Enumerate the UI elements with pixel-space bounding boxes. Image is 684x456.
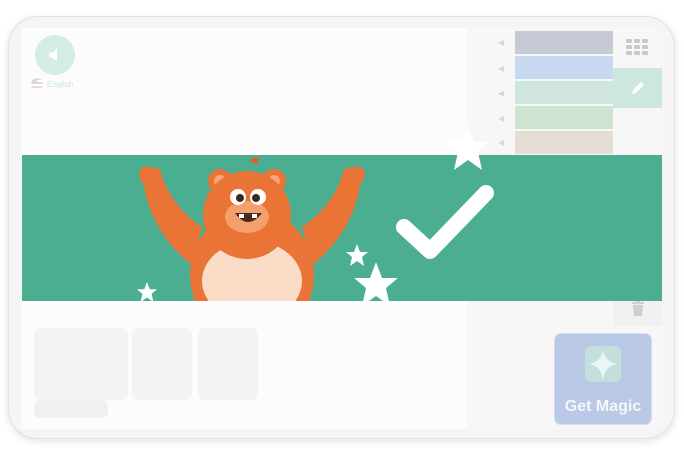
content-card[interactable]: [34, 328, 128, 400]
color-swatch[interactable]: [515, 106, 613, 129]
swatch-arrow-icon[interactable]: ◀: [498, 138, 504, 147]
star-icon: [446, 126, 490, 170]
language-label: English: [47, 79, 74, 89]
us-flag-icon: [31, 78, 43, 90]
color-swatch[interactable]: [515, 56, 613, 79]
grid-icon: [626, 39, 648, 55]
get-magic-button[interactable]: Get Magic: [555, 334, 651, 424]
pencil-icon: [631, 82, 644, 94]
bear-mascot: [139, 157, 365, 301]
swatch-arrow-icon[interactable]: ◀: [498, 89, 504, 98]
swatch-arrow-icon[interactable]: ◀: [498, 114, 504, 123]
content-card[interactable]: [198, 328, 258, 400]
grid-button[interactable]: [613, 28, 661, 66]
content-card[interactable]: [132, 328, 192, 400]
magic-sparkle-icon: [585, 346, 621, 382]
check-icon: [396, 185, 494, 259]
star-icon: [354, 262, 398, 306]
star-icon: [136, 281, 158, 301]
speaker-icon: [49, 48, 57, 62]
app-screen: English ◀ ◀ ◀ ◀ ◀ Get Magic: [22, 28, 662, 429]
color-swatch[interactable]: [515, 31, 613, 54]
swatch-arrow-icon[interactable]: ◀: [498, 64, 504, 73]
success-banner: [22, 155, 662, 301]
swatch-arrow-icon[interactable]: ◀: [498, 38, 504, 47]
get-magic-label: Get Magic: [564, 398, 642, 415]
color-swatch[interactable]: [515, 81, 613, 104]
speaker-button[interactable]: [35, 35, 75, 75]
language-selector[interactable]: English: [31, 78, 73, 90]
trash-icon: [631, 300, 644, 316]
color-swatch[interactable]: [515, 131, 613, 154]
pencil-button[interactable]: [613, 68, 662, 108]
content-label: [34, 400, 108, 418]
